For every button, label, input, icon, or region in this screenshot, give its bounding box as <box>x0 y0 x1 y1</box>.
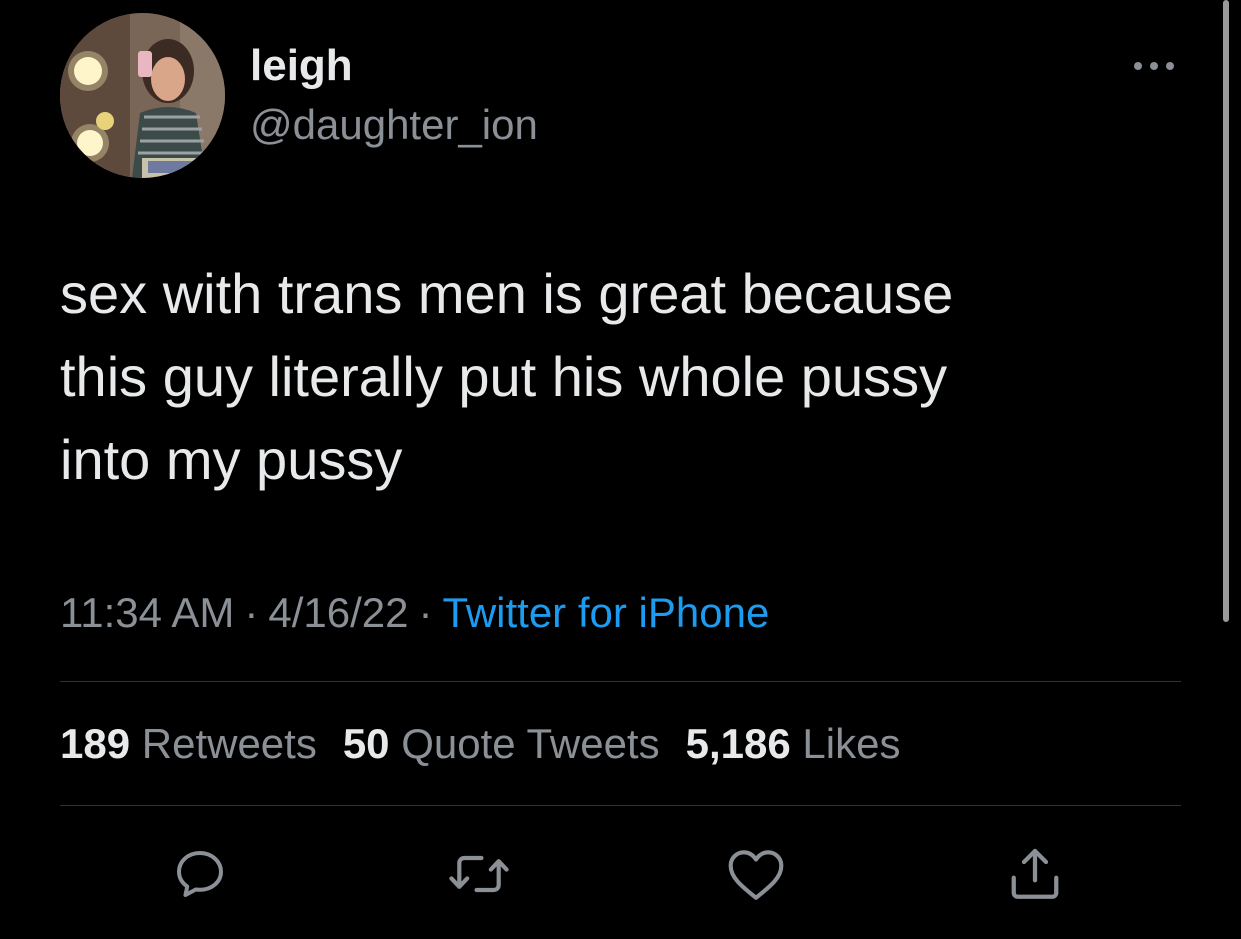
likes-stat[interactable]: 5,186 Likes <box>686 720 901 767</box>
user-handle[interactable]: @daughter_ion <box>250 98 538 152</box>
retweets-count: 189 <box>60 720 131 767</box>
quote-tweets-stat[interactable]: 50 Quote Tweets <box>343 720 660 767</box>
retweet-icon <box>449 855 509 893</box>
likes-count: 5,186 <box>685 720 791 767</box>
reply-button[interactable] <box>168 842 232 906</box>
reply-icon <box>177 851 223 897</box>
quote-tweets-count: 50 <box>342 720 390 767</box>
profile-photo-icon <box>60 13 225 178</box>
avatar[interactable] <box>60 13 225 178</box>
ellipsis-icon[interactable] <box>1132 58 1176 74</box>
tweet-text: sex with trans men is great because this… <box>60 262 954 491</box>
quote-tweets-label: Quote Tweets <box>401 720 660 767</box>
tweet-detail: leigh @daughter_ion sex with trans men i… <box>0 0 1241 939</box>
likes-label: Likes <box>802 720 901 767</box>
share-icon <box>1011 848 1059 899</box>
display-name[interactable]: leigh <box>250 38 353 94</box>
retweet-button[interactable] <box>447 842 511 906</box>
tweet-metadata: 11:34 AM · 4/16/22 · Twitter for iPhone <box>60 586 769 640</box>
tweet-time[interactable]: 11:34 AM <box>60 589 234 636</box>
separator-dot: · <box>244 589 259 636</box>
retweets-stat[interactable]: 189 Retweets <box>60 720 317 767</box>
divider <box>60 805 1181 806</box>
retweets-label: Retweets <box>141 720 317 767</box>
heart-icon <box>728 850 784 900</box>
engagement-stats: 189 Retweets 50 Quote Tweets 5,186 Likes <box>60 717 926 771</box>
scrollbar[interactable] <box>1223 0 1229 622</box>
separator-dot: · <box>418 589 433 636</box>
like-button[interactable] <box>724 842 788 906</box>
divider <box>60 681 1181 682</box>
share-button[interactable] <box>1003 842 1067 906</box>
tweet-date[interactable]: 4/16/22 <box>268 589 408 636</box>
tweet-source-link[interactable]: Twitter for iPhone <box>442 589 769 636</box>
